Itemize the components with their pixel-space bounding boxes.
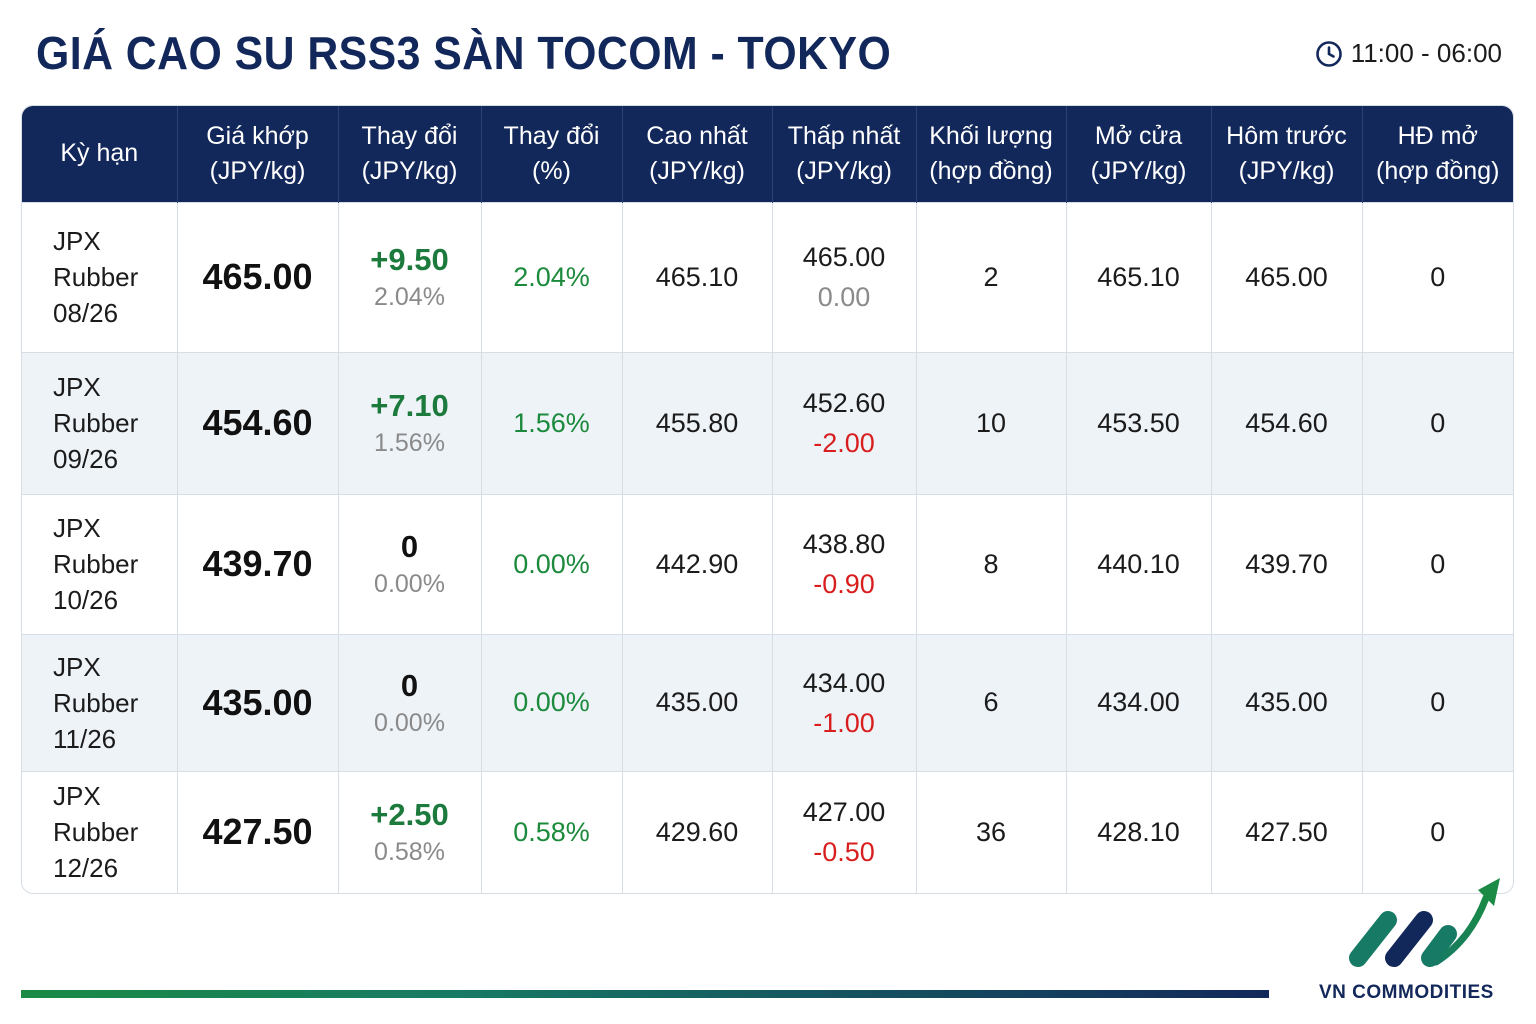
open-cell: 434.00 [1066, 633, 1212, 771]
session-time: 11:00 - 06:00 [1315, 38, 1502, 69]
header-change-pct: Thay đổi (%) [481, 106, 623, 202]
brand-name: VN COMMODITIES [1319, 982, 1494, 1003]
prev-cell: 454.60 [1211, 351, 1363, 494]
header-prev: Hôm trước (JPY/kg) [1211, 106, 1363, 202]
header-high: Cao nhất (JPY/kg) [622, 106, 773, 202]
low-cell: 434.00 -1.00 [772, 633, 917, 771]
prev-cell: 439.70 [1211, 493, 1363, 634]
low-cell: 427.00 -0.50 [772, 770, 917, 893]
match-price-cell: 439.70 [177, 493, 339, 634]
table-header-row: Kỳ hạn Giá khớp (JPY/kg) Thay đổi (JPY/kg)… [22, 106, 1513, 202]
change-pct-cell: 0.00% [481, 493, 623, 634]
vn-commodities-logo-icon [1349, 878, 1500, 967]
term-cell: JPX Rubber 08/26 [22, 201, 178, 352]
change-pct-cell: 2.04% [481, 201, 623, 352]
term-cell: JPX Rubber 09/26 [22, 351, 178, 494]
header-change: Thay đổi (JPY/kg) [338, 106, 482, 202]
high-cell: 442.90 [622, 493, 773, 634]
table-row: JPX Rubber 10/26 439.70 0 0.00% 0.00% 442.9… [22, 493, 1513, 634]
header-term: Kỳ hạn [22, 106, 178, 202]
change-cell: +9.50 2.04% [338, 201, 482, 352]
match-price-cell: 435.00 [177, 633, 339, 771]
term-cell: JPX Rubber 12/26 [22, 770, 178, 893]
footer-gradient-bar [21, 990, 1269, 998]
change-cell: +2.50 0.58% [338, 770, 482, 893]
change-pct-cell: 0.58% [481, 770, 623, 893]
low-cell: 465.00 0.00 [772, 201, 917, 352]
open-interest-cell: 0 [1362, 633, 1513, 771]
high-cell: 455.80 [622, 351, 773, 494]
open-cell: 465.10 [1066, 201, 1212, 352]
match-price-cell: 427.50 [177, 770, 339, 893]
open-interest-cell: 0 [1362, 770, 1513, 893]
price-table-container: Kỳ hạn Giá khớp (JPY/kg) Thay đổi (JPY/kg)… [21, 105, 1514, 894]
time-range: 11:00 - 06:00 [1350, 38, 1502, 68]
open-cell: 428.10 [1066, 770, 1212, 893]
prev-cell: 427.50 [1211, 770, 1363, 893]
header-low: Thấp nhất (JPY/kg) [772, 106, 917, 202]
term-cell: JPX Rubber 11/26 [22, 633, 178, 771]
open-cell: 440.10 [1066, 493, 1212, 634]
open-interest-cell: 0 [1362, 201, 1513, 352]
volume-cell: 36 [916, 770, 1067, 893]
open-interest-cell: 0 [1362, 351, 1513, 494]
page-title: GIÁ CAO SU RSS3 SÀN TOCOM - TOKYO [36, 27, 892, 79]
volume-cell: 8 [916, 493, 1067, 634]
open-interest-cell: 0 [1362, 493, 1513, 634]
header-match-price: Giá khớp (JPY/kg) [177, 106, 339, 202]
header-volume: Khối lượng (hợp đồng) [916, 106, 1067, 202]
price-table: Kỳ hạn Giá khớp (JPY/kg) Thay đổi (JPY/kg)… [22, 106, 1513, 893]
volume-cell: 6 [916, 633, 1067, 771]
change-cell: +7.10 1.56% [338, 351, 482, 494]
volume-cell: 2 [916, 201, 1067, 352]
table-row: JPX Rubber 12/26 427.50 +2.50 0.58% 0.58% 4… [22, 770, 1513, 893]
high-cell: 465.10 [622, 201, 773, 352]
prev-cell: 435.00 [1211, 633, 1363, 771]
header-open: Mở cửa (JPY/kg) [1066, 106, 1212, 202]
high-cell: 435.00 [622, 633, 773, 771]
change-cell: 0 0.00% [338, 633, 482, 771]
table-row: JPX Rubber 09/26 454.60 +7.10 1.56% 1.56% 4… [22, 351, 1513, 494]
clock-icon [1315, 40, 1342, 67]
match-price-cell: 465.00 [177, 201, 339, 352]
change-pct-cell: 0.00% [481, 633, 623, 771]
prev-cell: 465.00 [1211, 201, 1363, 352]
volume-cell: 10 [916, 351, 1067, 494]
open-cell: 453.50 [1066, 351, 1212, 494]
table-row: JPX Rubber 11/26 435.00 0 0.00% 0.00% 435.0… [22, 633, 1513, 771]
change-pct-cell: 1.56% [481, 351, 623, 494]
table-row: JPX Rubber 08/26 465.00 +9.50 2.04% 2.04% 4… [22, 201, 1513, 352]
term-cell: JPX Rubber 10/26 [22, 493, 178, 634]
low-cell: 452.60 -2.00 [772, 351, 917, 494]
header-open-interest: HĐ mở (hợp đồng) [1376, 121, 1500, 185]
match-price-cell: 454.60 [177, 351, 339, 494]
low-cell: 438.80 -0.90 [772, 493, 917, 634]
change-cell: 0 0.00% [338, 493, 482, 634]
high-cell: 429.60 [622, 770, 773, 893]
